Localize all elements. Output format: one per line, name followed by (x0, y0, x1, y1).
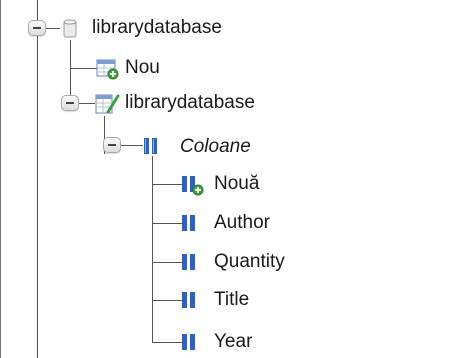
tree-line (121, 145, 143, 146)
tree-item-label-column[interactable]: Year (214, 331, 252, 353)
database-icon (63, 19, 77, 38)
tree-item-label-table[interactable]: librarydatabase (125, 92, 255, 114)
columns-icon (144, 138, 157, 154)
tree-item-label-new-table[interactable]: Nou (125, 57, 160, 79)
tree-line (0, 0, 1, 358)
tree-item-label-column[interactable]: Author (214, 212, 270, 234)
tree-item-label-columns[interactable]: Coloane (180, 136, 251, 158)
tree-item-label-column[interactable]: Title (214, 289, 249, 311)
new-column-icon[interactable] (181, 174, 205, 196)
navigation-tree: librarydatabase Nou librarydatabase Colo… (0, 0, 470, 358)
tree-line (70, 68, 98, 69)
column-icon (182, 334, 195, 350)
tree-line (46, 28, 60, 29)
tree-item-label-column[interactable]: Quantity (214, 251, 285, 273)
tree-line (37, 0, 38, 358)
column-icon (182, 292, 195, 308)
tree-item-label-root[interactable]: librarydatabase (92, 17, 222, 39)
table-collapse-toggle[interactable] (61, 95, 79, 111)
columns-collapse-toggle[interactable] (103, 137, 121, 153)
tree-line (152, 184, 182, 185)
tree-line (152, 342, 182, 343)
tree-line (152, 300, 182, 301)
tree-line (152, 223, 182, 224)
root-collapse-toggle[interactable] (28, 20, 46, 36)
tree-item-label-new-column[interactable]: Nouă (214, 173, 259, 195)
tree-line (152, 262, 182, 263)
tree-line (79, 103, 95, 104)
column-icon (182, 254, 195, 270)
new-table-icon[interactable] (96, 58, 120, 80)
column-icon (182, 215, 195, 231)
table-icon[interactable] (94, 92, 120, 116)
